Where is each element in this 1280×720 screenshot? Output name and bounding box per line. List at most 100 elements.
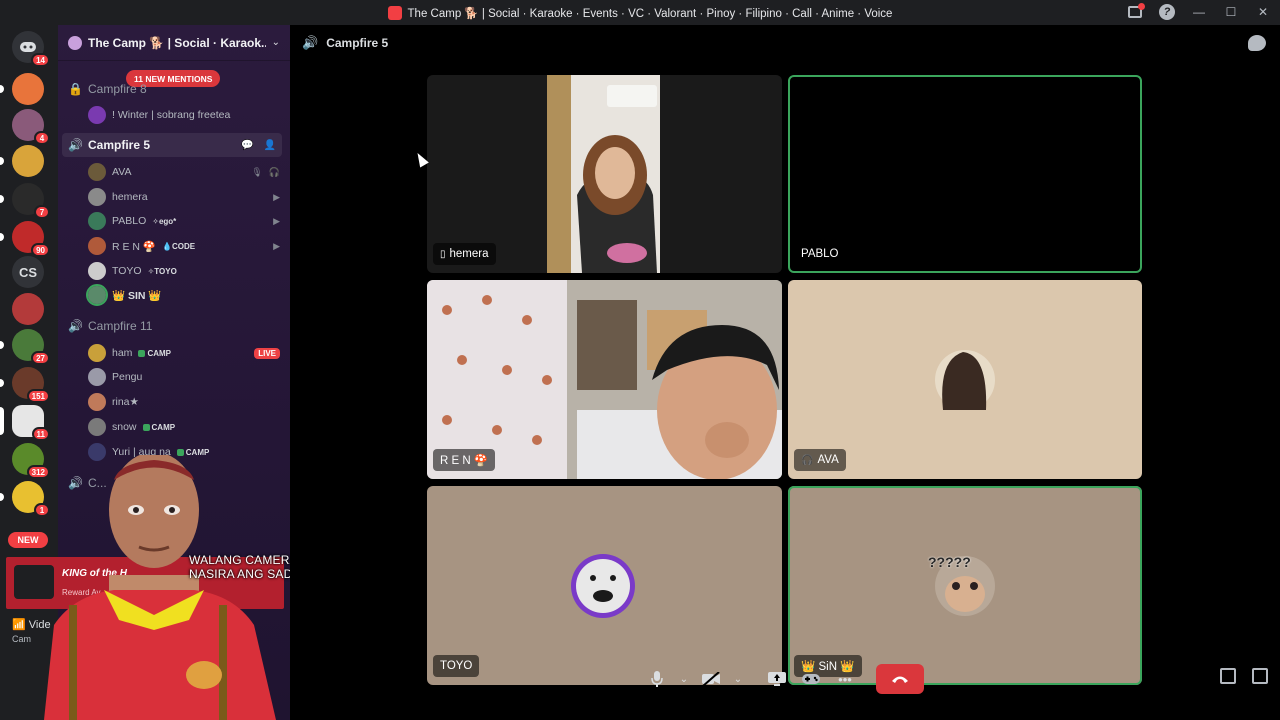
add-user-icon[interactable]: 👤 bbox=[264, 140, 276, 151]
tile-label: ▯ hemera bbox=[433, 243, 496, 265]
voice-user[interactable]: ! Winter | sobrang freetea bbox=[88, 104, 280, 126]
avatar bbox=[88, 188, 106, 206]
call-channel-name: Campfire 5 bbox=[326, 36, 389, 50]
activities-button[interactable] bbox=[796, 664, 826, 694]
server-icon-2[interactable]: 4 bbox=[12, 109, 50, 145]
screen-share-button[interactable] bbox=[762, 664, 792, 694]
server-icon-1[interactable] bbox=[0, 73, 44, 105]
inbox-icon[interactable] bbox=[1126, 3, 1145, 21]
avatar-toyo bbox=[571, 554, 635, 618]
server-icon-7[interactable] bbox=[12, 293, 44, 325]
server-icon-3[interactable] bbox=[0, 145, 44, 177]
speaker-icon: 🔊 bbox=[302, 35, 319, 50]
server-name: The Camp 🐕 | Social · Karaok... bbox=[88, 35, 266, 50]
video-tile-sin[interactable]: ????? 👑 SiN 👑 bbox=[788, 486, 1142, 685]
popout-icon[interactable] bbox=[1220, 668, 1236, 684]
deafen-icon: 🎧 bbox=[801, 454, 814, 466]
server-icon bbox=[387, 5, 402, 20]
home-button[interactable]: 14 bbox=[12, 31, 50, 67]
channel-campfire-8[interactable]: 🔒 Campfire 8 bbox=[62, 77, 282, 101]
server-boost-icon bbox=[68, 35, 82, 50]
screen-share-icon bbox=[768, 672, 786, 686]
speaker-icon: 🔊 bbox=[68, 319, 83, 333]
video-tile-hemera[interactable]: ▯ hemera bbox=[427, 75, 782, 273]
camera-button[interactable] bbox=[696, 664, 726, 694]
video-tile-pablo[interactable]: PABLO bbox=[788, 75, 1142, 273]
fullscreen-icon[interactable] bbox=[1252, 668, 1268, 684]
microphone-icon bbox=[651, 671, 663, 687]
voice-user[interactable]: 👑 SIN 👑 bbox=[86, 284, 280, 306]
more-options-button[interactable]: ••• bbox=[830, 664, 860, 694]
server-header[interactable]: The Camp 🐕 | Social · Karaok... ⌄ bbox=[58, 25, 290, 61]
voice-user[interactable]: rina★ bbox=[88, 391, 280, 413]
minimize-button[interactable]: — bbox=[1190, 3, 1208, 21]
server-icon-8[interactable]: 27 bbox=[0, 329, 50, 365]
speaker-icon: 🔊 bbox=[68, 138, 83, 152]
video-tile-ren[interactable]: R E N 🍄 bbox=[427, 280, 782, 479]
voice-user[interactable]: snow CAMP bbox=[88, 416, 280, 438]
camera-options-chevron-icon[interactable]: ⌄ bbox=[730, 664, 746, 694]
avatar bbox=[88, 393, 106, 411]
deafen-icon: 🎧 bbox=[268, 166, 280, 177]
discord-icon bbox=[20, 42, 36, 52]
microphone-button[interactable] bbox=[642, 664, 672, 694]
avatar bbox=[88, 344, 106, 362]
chat-icon[interactable] bbox=[1248, 35, 1266, 51]
server-icon-cs[interactable]: CS bbox=[12, 256, 44, 288]
avatar bbox=[88, 237, 106, 255]
server-icon-9[interactable]: 151 bbox=[0, 367, 50, 403]
streamer-avatar-character bbox=[44, 455, 276, 720]
help-icon[interactable]: ? bbox=[1158, 3, 1176, 21]
server-icon-5[interactable]: 90 bbox=[0, 221, 50, 257]
home-badge: 14 bbox=[31, 53, 50, 67]
channel-campfire-11[interactable]: 🔊 Campfire 11 bbox=[62, 314, 282, 338]
avatar bbox=[88, 262, 106, 280]
call-controls: ⌄ ⌄ ••• bbox=[642, 662, 924, 696]
voice-user[interactable]: hemera ▶ bbox=[88, 186, 280, 208]
tile-label: R E N 🍄 bbox=[433, 449, 496, 471]
live-badge: LIVE bbox=[254, 347, 280, 359]
avatar bbox=[86, 284, 108, 306]
voice-user[interactable]: TOYO ✧TOYO bbox=[88, 260, 280, 282]
chevron-down-icon: ⌄ bbox=[271, 37, 280, 48]
sin-status-bubble: ????? bbox=[928, 554, 971, 570]
more-dots-icon: ••• bbox=[838, 671, 852, 687]
gamepad-icon bbox=[802, 674, 820, 684]
server-icon-4[interactable]: 7 bbox=[0, 183, 50, 219]
maximize-button[interactable]: ☐ bbox=[1222, 3, 1240, 21]
window-title-text: The Camp 🐕 | Social · Karaoke · Events ·… bbox=[407, 7, 893, 20]
lock-icon: 🔒 bbox=[68, 82, 83, 96]
call-header: 🔊 Campfire 5 bbox=[302, 35, 388, 51]
avatar bbox=[88, 163, 106, 181]
voice-user[interactable]: R E N 🍄 💧CODE ▶ bbox=[88, 235, 280, 257]
tile-label: TOYO bbox=[433, 655, 480, 677]
stream-overlay-text: WALANG CAMERA NASIRA ANG SAD bbox=[189, 553, 298, 581]
channel-campfire-5[interactable]: 🔊 Campfire 5 💬 👤 bbox=[62, 133, 282, 157]
mute-icon: 🎙 bbox=[251, 166, 263, 177]
chat-bubble-icon[interactable]: 💬 bbox=[241, 140, 253, 151]
camera-off-icon bbox=[702, 672, 720, 686]
avatar bbox=[88, 212, 106, 230]
window-titlebar: The Camp 🐕 | Social · Karaoke · Events ·… bbox=[0, 0, 1280, 25]
close-button[interactable]: ✕ bbox=[1254, 3, 1272, 21]
avatar bbox=[88, 418, 106, 436]
video-tile-toyo[interactable]: TOYO bbox=[427, 486, 782, 685]
tile-label: PABLO bbox=[801, 248, 839, 260]
avatar bbox=[88, 106, 106, 124]
voice-user[interactable]: Pengu bbox=[88, 366, 280, 388]
camera-icon: ▶ bbox=[273, 191, 280, 202]
camera-icon: ▶ bbox=[273, 215, 280, 226]
disconnect-button[interactable] bbox=[876, 664, 924, 694]
mobile-icon: ▯ bbox=[440, 248, 446, 260]
voice-user[interactable]: PABLO ✧ego* ▶ bbox=[88, 210, 280, 232]
call-window-controls bbox=[1220, 668, 1268, 684]
voice-user[interactable]: AVA 🎙 🎧 bbox=[88, 161, 280, 183]
tile-label: 🎧 AVA bbox=[794, 449, 846, 471]
voice-user[interactable]: ham CAMP LIVE bbox=[88, 342, 280, 364]
video-tile-ava[interactable]: 🎧 AVA bbox=[788, 280, 1142, 479]
server-icon-10[interactable]: 11 bbox=[0, 405, 50, 441]
camera-icon: ▶ bbox=[273, 240, 280, 251]
window-title: The Camp 🐕 | Social · Karaoke · Events ·… bbox=[387, 5, 893, 20]
hang-up-icon bbox=[892, 676, 908, 683]
microphone-options-chevron-icon[interactable]: ⌄ bbox=[676, 664, 692, 694]
